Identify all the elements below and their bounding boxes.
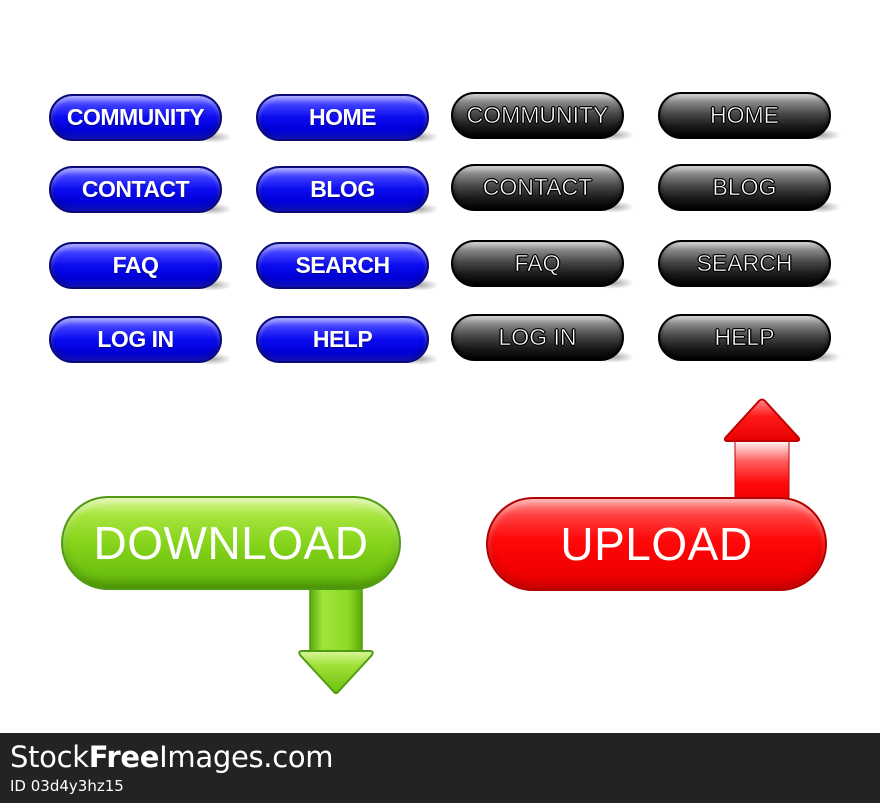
black-search-button[interactable]: SEARCH — [658, 240, 841, 289]
button-label: FAQ — [112, 252, 159, 278]
upload-button[interactable]: UPLOAD — [486, 497, 827, 591]
button-label: CONTACT — [81, 176, 190, 202]
black-faq-button[interactable]: FAQ — [451, 240, 634, 289]
image-id: ID 03d4y3hz15 — [10, 777, 124, 795]
button-label: BLOG — [310, 176, 375, 202]
brand-logo: StockFreeImages.com — [10, 740, 334, 774]
button-label: BLOG — [712, 174, 777, 201]
button-label: CONTACT — [482, 174, 593, 201]
button-label: HELP — [714, 324, 775, 351]
blue-contact-button[interactable]: CONTACT — [49, 166, 232, 215]
download-label: DOWNLOAD — [93, 517, 369, 569]
brand-bold: Free — [88, 740, 160, 774]
blue-community-button[interactable]: COMMUNITY — [49, 94, 232, 143]
button-label: COMMUNITY — [466, 102, 609, 129]
black-contact-button[interactable]: CONTACT — [451, 164, 634, 213]
black-blog-button[interactable]: BLOG — [658, 164, 841, 213]
upload-label: UPLOAD — [560, 518, 753, 570]
button-label: HOME — [710, 102, 780, 129]
blue-faq-button[interactable]: FAQ — [49, 242, 232, 291]
black-help-button[interactable]: HELP — [658, 314, 841, 363]
button-label: HELP — [312, 326, 373, 352]
arrow-down-icon[interactable] — [296, 586, 378, 698]
button-label: LOG IN — [97, 326, 174, 352]
button-label: SEARCH — [295, 252, 390, 278]
black-community-button[interactable]: COMMUNITY — [451, 92, 634, 141]
blue-login-button[interactable]: LOG IN — [49, 316, 232, 365]
blue-blog-button[interactable]: BLOG — [256, 166, 439, 215]
blue-home-button[interactable]: HOME — [256, 94, 439, 143]
button-label: SEARCH — [696, 250, 793, 277]
download-button[interactable]: DOWNLOAD — [61, 496, 401, 590]
brand-prefix: Stock — [10, 740, 89, 774]
arrow-up-icon[interactable] — [722, 396, 802, 502]
button-label: COMMUNITY — [66, 104, 205, 130]
watermark-footer: StockFreeImages.com ID 03d4y3hz15 — [0, 733, 880, 803]
black-login-button[interactable]: LOG IN — [451, 314, 634, 363]
blue-search-button[interactable]: SEARCH — [256, 242, 439, 291]
black-home-button[interactable]: HOME — [658, 92, 841, 141]
button-label: LOG IN — [498, 324, 577, 351]
button-label: FAQ — [514, 250, 561, 277]
brand-suffix: Images.com — [159, 740, 334, 774]
button-label: HOME — [309, 104, 377, 130]
blue-help-button[interactable]: HELP — [256, 316, 439, 365]
